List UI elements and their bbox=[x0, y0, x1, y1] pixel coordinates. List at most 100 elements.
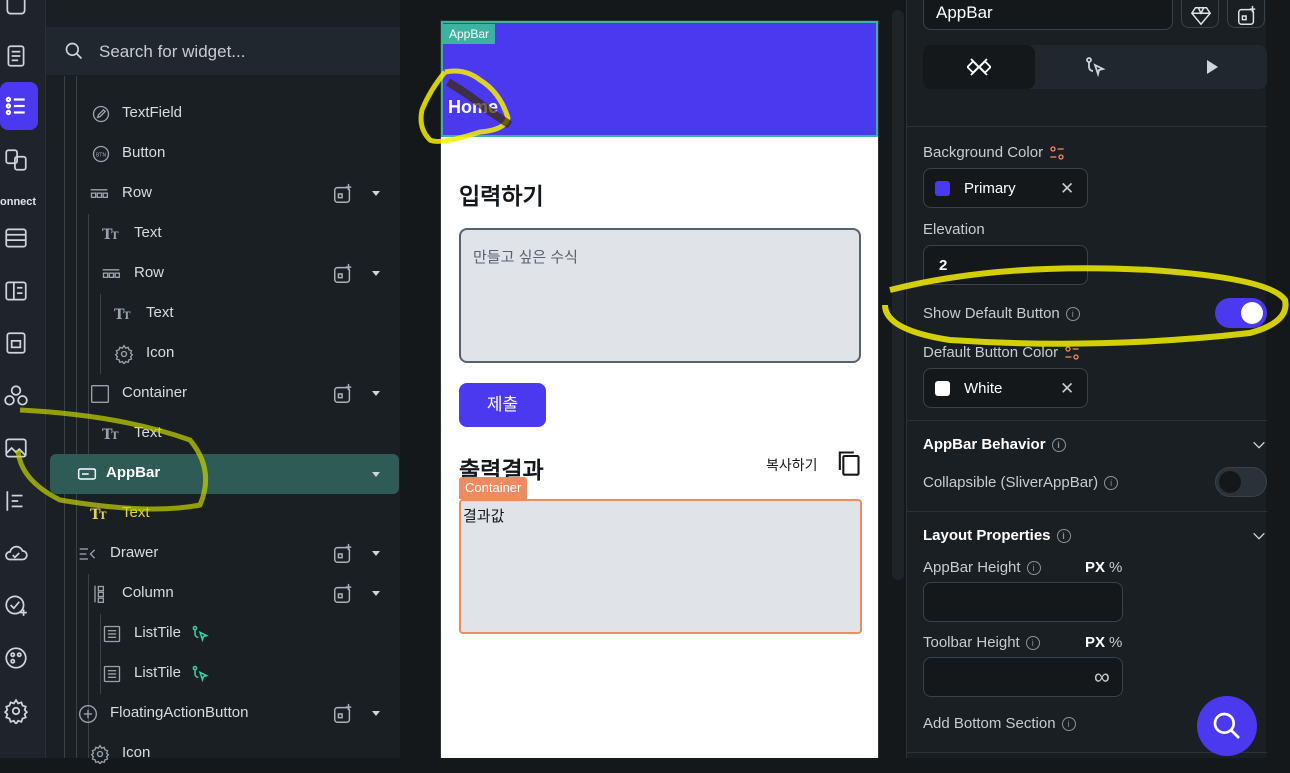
plus-circle-icon bbox=[78, 704, 98, 724]
info-icon[interactable]: i bbox=[1104, 476, 1119, 491]
widget-name-field[interactable]: AppBar bbox=[923, 0, 1173, 30]
tree-node-text[interactable]: TT Text bbox=[46, 413, 400, 453]
tab-properties[interactable] bbox=[923, 45, 1035, 89]
add-child-icon[interactable] bbox=[332, 543, 354, 565]
tree-node-textfield[interactable]: TextField bbox=[46, 93, 400, 133]
diamond-icon bbox=[1190, 7, 1212, 26]
info-icon[interactable]: i bbox=[1026, 561, 1041, 576]
clear-icon[interactable]: ✕ bbox=[1060, 179, 1074, 199]
add-child-icon[interactable] bbox=[332, 703, 354, 725]
add-child-icon[interactable] bbox=[332, 183, 354, 205]
components-icon[interactable] bbox=[3, 147, 29, 173]
chevron-down-icon[interactable] bbox=[372, 472, 380, 477]
tree-node-listtile[interactable]: ListTile bbox=[46, 613, 400, 653]
tree-node-row[interactable]: Row bbox=[46, 173, 400, 213]
tab-actions[interactable] bbox=[1039, 45, 1151, 89]
show-default-button-toggle[interactable] bbox=[1215, 298, 1267, 328]
api-icon[interactable] bbox=[3, 278, 29, 304]
layers-icon[interactable] bbox=[3, 0, 29, 18]
theme-icon[interactable] bbox=[3, 645, 29, 671]
media-icon[interactable] bbox=[3, 435, 29, 461]
align-icon[interactable] bbox=[3, 488, 29, 514]
variable-icon[interactable] bbox=[1064, 345, 1080, 361]
text-icon: TT bbox=[102, 424, 122, 444]
formula-input-placeholder: 만들고 싶은 수식 bbox=[473, 249, 578, 266]
chevron-down-icon[interactable] bbox=[372, 551, 380, 556]
info-icon[interactable]: i bbox=[1061, 717, 1076, 732]
unit-percent-toggle[interactable]: % bbox=[1109, 559, 1122, 576]
background-color-picker[interactable]: Primary ✕ bbox=[923, 168, 1088, 208]
widget-tree-icon[interactable] bbox=[3, 93, 29, 119]
settings-icon[interactable] bbox=[3, 698, 29, 724]
widget-search-input[interactable]: Search for widget... bbox=[46, 27, 400, 75]
chevron-down-icon[interactable] bbox=[372, 191, 380, 196]
add-widget-button[interactable] bbox=[1227, 0, 1265, 28]
tab-preview[interactable] bbox=[1155, 45, 1267, 89]
action-flow-icon[interactable] bbox=[190, 664, 210, 684]
appbar-behavior-header[interactable]: AppBar Behavior i bbox=[923, 436, 1066, 453]
unit-px-toggle[interactable]: PX bbox=[1085, 634, 1105, 651]
chevron-down-icon[interactable] bbox=[1251, 437, 1267, 453]
default-button-color-picker[interactable]: White ✕ bbox=[923, 368, 1088, 408]
panel-divider[interactable] bbox=[400, 0, 412, 758]
chevron-down-icon[interactable] bbox=[372, 591, 380, 596]
canvas-scrollbar[interactable] bbox=[892, 10, 904, 580]
info-icon[interactable]: i bbox=[1056, 529, 1071, 544]
check-plus-icon[interactable] bbox=[3, 592, 29, 618]
chevron-down-icon[interactable] bbox=[1251, 528, 1267, 544]
rail-connect-label: onnect bbox=[0, 196, 37, 208]
clear-icon[interactable]: ✕ bbox=[1060, 379, 1074, 399]
diamond-button[interactable] bbox=[1181, 0, 1219, 28]
appbar-preview[interactable]: AppBar Home bbox=[441, 21, 878, 137]
tree-node-row[interactable]: Row bbox=[46, 253, 400, 293]
collapsible-toggle[interactable] bbox=[1215, 467, 1267, 497]
appbar-title[interactable]: Home bbox=[448, 97, 498, 118]
chevron-down-icon[interactable] bbox=[372, 711, 380, 716]
variable-icon[interactable] bbox=[1049, 145, 1065, 161]
add-child-icon[interactable] bbox=[332, 263, 354, 285]
copy-label[interactable]: 복사하기 bbox=[766, 455, 818, 475]
chevron-down-icon[interactable] bbox=[372, 391, 380, 396]
column-icon bbox=[90, 584, 110, 604]
chevron-down-icon[interactable] bbox=[372, 271, 380, 276]
tree-node-appbar[interactable]: AppBar bbox=[50, 454, 399, 494]
tree-node-drawer[interactable]: Drawer bbox=[46, 533, 400, 573]
tree-node-column[interactable]: Column bbox=[46, 573, 400, 613]
properties-tabs bbox=[923, 45, 1267, 89]
tree-node-icon[interactable]: Icon bbox=[46, 333, 400, 373]
result-container[interactable]: 결과값 bbox=[459, 499, 862, 634]
search-fab[interactable] bbox=[1197, 696, 1257, 756]
unit-percent-toggle[interactable]: % bbox=[1109, 634, 1122, 651]
tree-node-button[interactable]: BTN Button bbox=[46, 133, 400, 173]
tree-node-icon[interactable]: Icon bbox=[46, 733, 400, 773]
info-icon[interactable]: i bbox=[1065, 307, 1080, 322]
submit-button[interactable]: 제출 bbox=[459, 383, 546, 427]
elevation-input[interactable]: 2 bbox=[923, 245, 1088, 285]
tree-node-floatingactionbutton[interactable]: FloatingActionButton bbox=[46, 693, 400, 733]
tree-node-text[interactable]: TT Text bbox=[46, 493, 400, 533]
database-icon[interactable] bbox=[3, 225, 29, 251]
cloud-icon[interactable] bbox=[3, 540, 29, 566]
pages-icon[interactable] bbox=[3, 43, 29, 69]
text-icon: TT bbox=[102, 224, 122, 244]
tree-node-text[interactable]: TT Text bbox=[46, 213, 400, 253]
info-icon[interactable]: i bbox=[1051, 438, 1066, 453]
info-icon[interactable]: i bbox=[1025, 636, 1040, 651]
appbar-height-input[interactable] bbox=[923, 582, 1123, 622]
add-child-icon[interactable] bbox=[332, 583, 354, 605]
copy-icon[interactable] bbox=[834, 449, 862, 477]
tree-node-container[interactable]: Container bbox=[46, 373, 400, 413]
action-flow-icon[interactable] bbox=[190, 624, 210, 644]
tree-node-text[interactable]: TT Text bbox=[46, 293, 400, 333]
add-child-icon[interactable] bbox=[332, 383, 354, 405]
formula-input[interactable]: 만들고 싶은 수식 bbox=[459, 228, 861, 363]
tree-node-listtile[interactable]: ListTile bbox=[46, 653, 400, 693]
toolbar-height-input[interactable]: ∞ bbox=[923, 657, 1123, 697]
elevation-value: 2 bbox=[939, 257, 948, 274]
integrations-icon[interactable] bbox=[3, 383, 29, 409]
layout-properties-header[interactable]: Layout Properties i bbox=[923, 527, 1071, 544]
unit-px-toggle[interactable]: PX bbox=[1085, 559, 1105, 576]
canvas-area: AppBar Home 입력하기 만들고 싶은 수식 제출 출력결과 복사하기 … bbox=[412, 0, 906, 758]
show-default-button-label: Show Default Button i bbox=[923, 305, 1080, 322]
folder-icon[interactable] bbox=[3, 330, 29, 356]
